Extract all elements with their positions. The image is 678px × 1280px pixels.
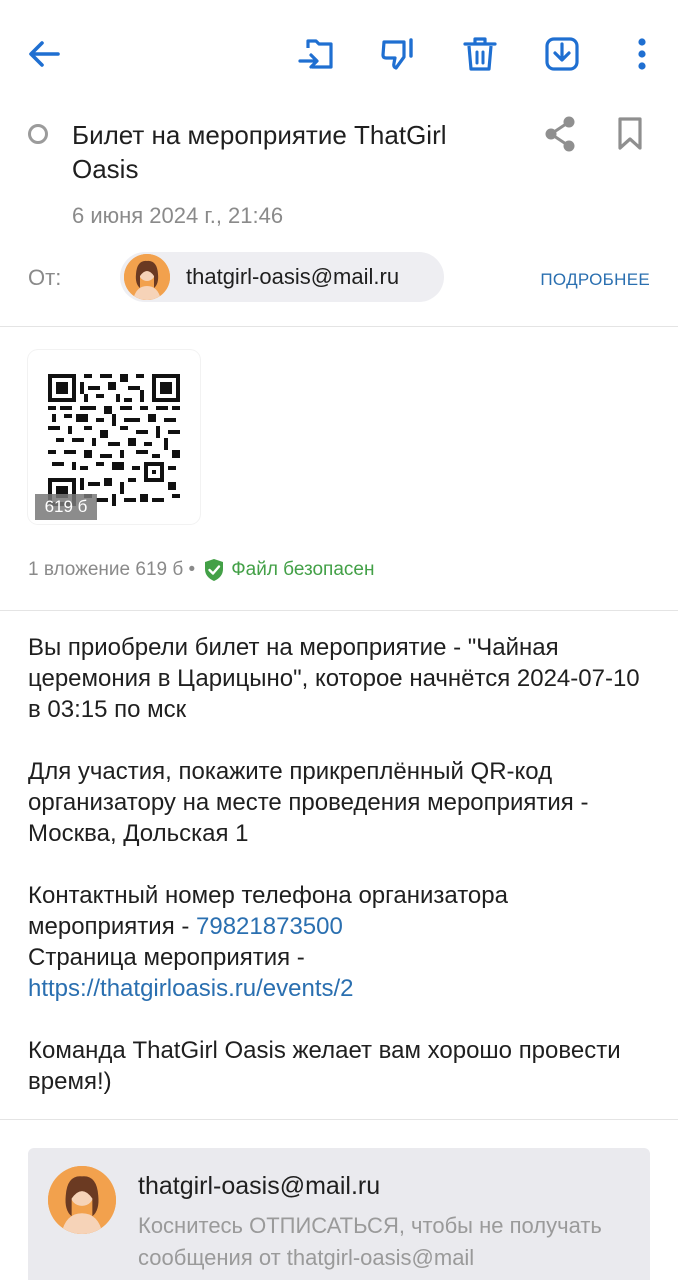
message-date: 6 июня 2024 г., 21:46	[72, 203, 284, 228]
attachment-size-badge: 619 б	[35, 494, 97, 520]
sender-avatar	[124, 254, 170, 300]
unsubscribe-note: Коснитесь ОТПИСАТЬСЯ, чтобы не получать …	[138, 1213, 602, 1270]
toolbar	[0, 0, 678, 108]
event-url-link[interactable]: https://thatgirloasis.ru/events/2	[28, 975, 354, 1002]
move-to-folder-icon	[298, 39, 333, 69]
shield-check-icon	[205, 559, 224, 581]
body-paragraph-contacts: Контактный номер телефона организатора м…	[28, 880, 658, 1004]
more-vert-icon	[638, 38, 646, 70]
divider	[0, 610, 678, 611]
sender-email: thatgirl-oasis@mail.ru	[186, 264, 400, 289]
body-paragraph: Для участия, покажите прикреплённый QR-к…	[28, 758, 589, 847]
download-icon	[545, 37, 579, 71]
unsubscribe-card[interactable]: thatgirl-oasis@mail.ru Коснитесь ОТПИСАТ…	[28, 1148, 650, 1280]
divider	[0, 1119, 678, 1120]
delete-button[interactable]	[456, 30, 504, 78]
attachment-count-size: 1 вложение 619 б •	[28, 559, 196, 580]
sender-avatar	[48, 1166, 116, 1234]
unread-toggle-icon[interactable]	[28, 124, 48, 144]
qr-code-image	[48, 374, 180, 506]
footer-sender-email: thatgirl-oasis@mail.ru	[138, 1172, 381, 1200]
message-body: Вы приобрели билет на мероприятие - "Чай…	[28, 632, 658, 1128]
divider	[0, 326, 678, 327]
bookmark-button[interactable]	[608, 112, 652, 156]
spam-button[interactable]	[374, 30, 422, 78]
phone-link[interactable]: 79821873500	[196, 913, 343, 940]
file-safe-label: Файл безопасен	[231, 559, 375, 580]
back-button[interactable]	[20, 30, 68, 78]
body-paragraph: Команда ThatGirl Oasis желает вам хорошо…	[28, 1037, 621, 1095]
share-icon	[545, 116, 575, 152]
message-subject: Билет на мероприятие ThatGirl Oasis	[72, 120, 447, 184]
event-page-label: Страница мероприятия -	[28, 944, 305, 971]
details-link[interactable]: ПОДРОБНЕЕ	[540, 270, 650, 290]
trash-icon	[463, 37, 497, 71]
from-label: От:	[28, 265, 62, 290]
bookmark-icon	[618, 117, 642, 150]
arrow-left-icon	[29, 41, 60, 67]
sender-chip[interactable]: thatgirl-oasis@mail.ru	[120, 252, 444, 302]
attachment-info: 1 вложение 619 б • Файл безопасен	[28, 558, 374, 582]
body-paragraph: Вы приобрели билет на мероприятие - "Чай…	[28, 634, 640, 723]
save-button[interactable]	[538, 30, 586, 78]
more-menu-button[interactable]	[618, 30, 666, 78]
share-button[interactable]	[538, 112, 582, 156]
thumbs-down-icon	[381, 38, 413, 70]
move-to-folder-button[interactable]	[292, 30, 340, 78]
